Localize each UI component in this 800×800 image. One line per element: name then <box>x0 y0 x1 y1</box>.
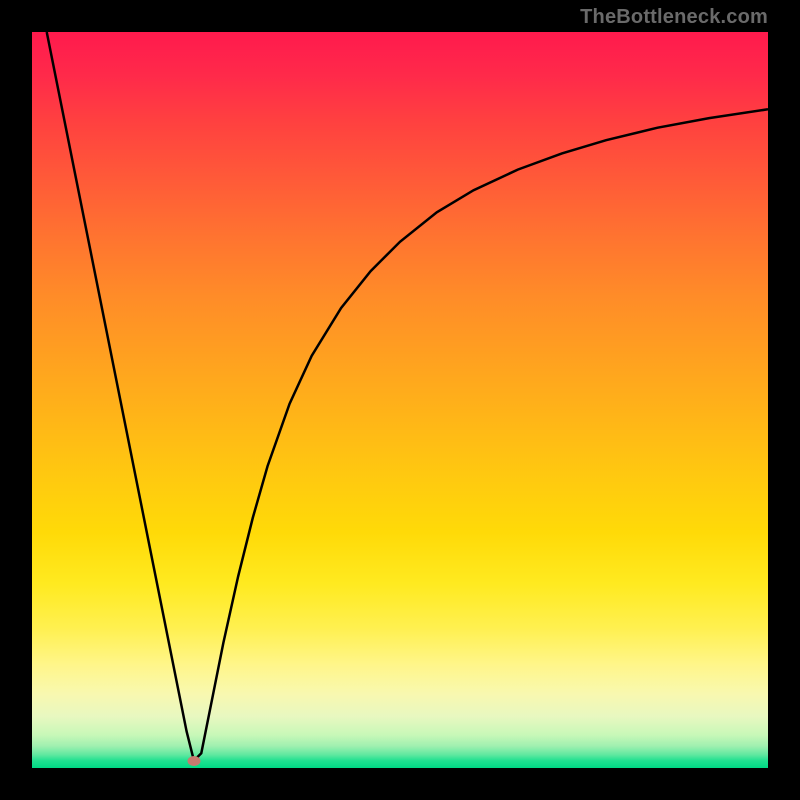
watermark-text: TheBottleneck.com <box>580 6 768 29</box>
chart-container: TheBottleneck.com <box>0 0 800 800</box>
plot-area <box>32 32 768 768</box>
